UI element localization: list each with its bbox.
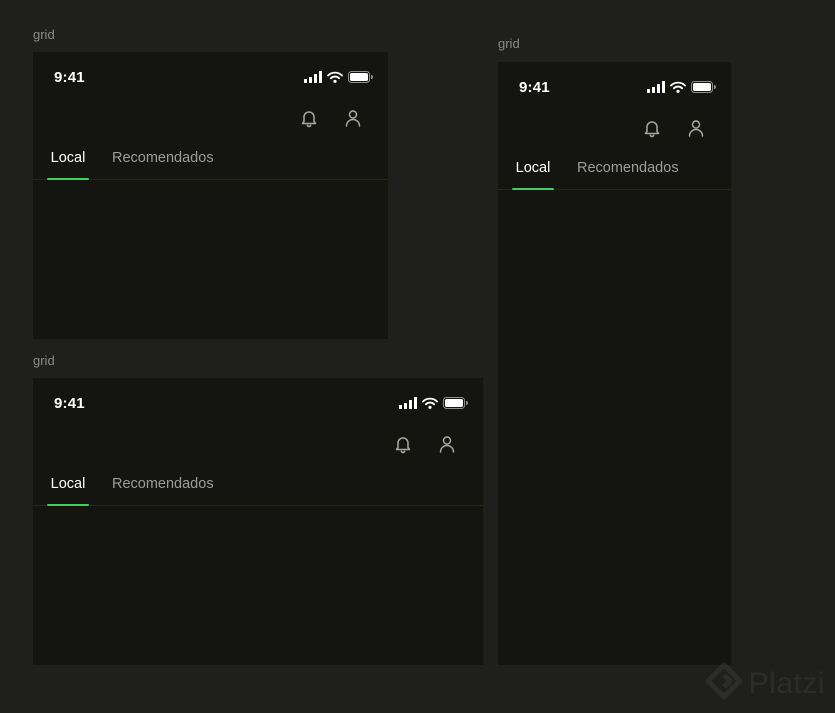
header-actions	[393, 434, 457, 454]
bell-icon[interactable]	[642, 118, 662, 138]
tab-recomendados[interactable]: Recomendados	[112, 149, 214, 179]
battery-icon	[348, 70, 373, 83]
tab-local[interactable]: Local	[512, 159, 554, 190]
watermark-text: Platzi	[748, 666, 825, 700]
header-actions	[299, 108, 363, 128]
phone-frame-wide: 9:41 Local Recomendados	[33, 378, 483, 665]
battery-icon	[443, 396, 468, 409]
cellular-signal-icon	[304, 70, 322, 83]
wifi-icon	[422, 396, 438, 409]
user-icon[interactable]	[343, 108, 363, 128]
bell-icon[interactable]	[393, 434, 413, 454]
frame-label: grid	[33, 353, 55, 368]
tab-local[interactable]: Local	[47, 475, 89, 506]
status-bar-icons	[647, 80, 716, 93]
bell-icon[interactable]	[299, 108, 319, 128]
phone-frame-small: 9:41 Local Recomendados	[33, 52, 388, 339]
status-time: 9:41	[54, 395, 85, 412]
header-actions	[642, 118, 706, 138]
phone-frame-tall: 9:41 Local Recomendados	[498, 62, 731, 665]
cellular-signal-icon	[399, 396, 417, 409]
wifi-icon	[327, 70, 343, 83]
status-time: 9:41	[54, 69, 85, 86]
user-icon[interactable]	[686, 118, 706, 138]
frame-label: grid	[498, 36, 520, 51]
tab-bar: Local Recomendados	[33, 149, 388, 180]
frame-label: grid	[33, 27, 55, 42]
status-bar-icons	[399, 396, 468, 409]
tab-local[interactable]: Local	[47, 149, 89, 180]
content-area	[33, 506, 483, 665]
battery-icon	[691, 80, 716, 93]
cellular-signal-icon	[647, 80, 665, 93]
content-area	[498, 190, 731, 665]
wifi-icon	[670, 80, 686, 93]
platzi-watermark: Platzi	[705, 662, 825, 705]
user-icon[interactable]	[437, 434, 457, 454]
status-bar-icons	[304, 70, 373, 83]
status-time: 9:41	[519, 79, 550, 96]
content-area	[33, 180, 388, 339]
tab-bar: Local Recomendados	[498, 159, 731, 190]
tab-bar: Local Recomendados	[33, 475, 483, 506]
platzi-logo-icon	[705, 662, 743, 705]
tab-recomendados[interactable]: Recomendados	[577, 159, 679, 189]
tab-recomendados[interactable]: Recomendados	[112, 475, 214, 505]
